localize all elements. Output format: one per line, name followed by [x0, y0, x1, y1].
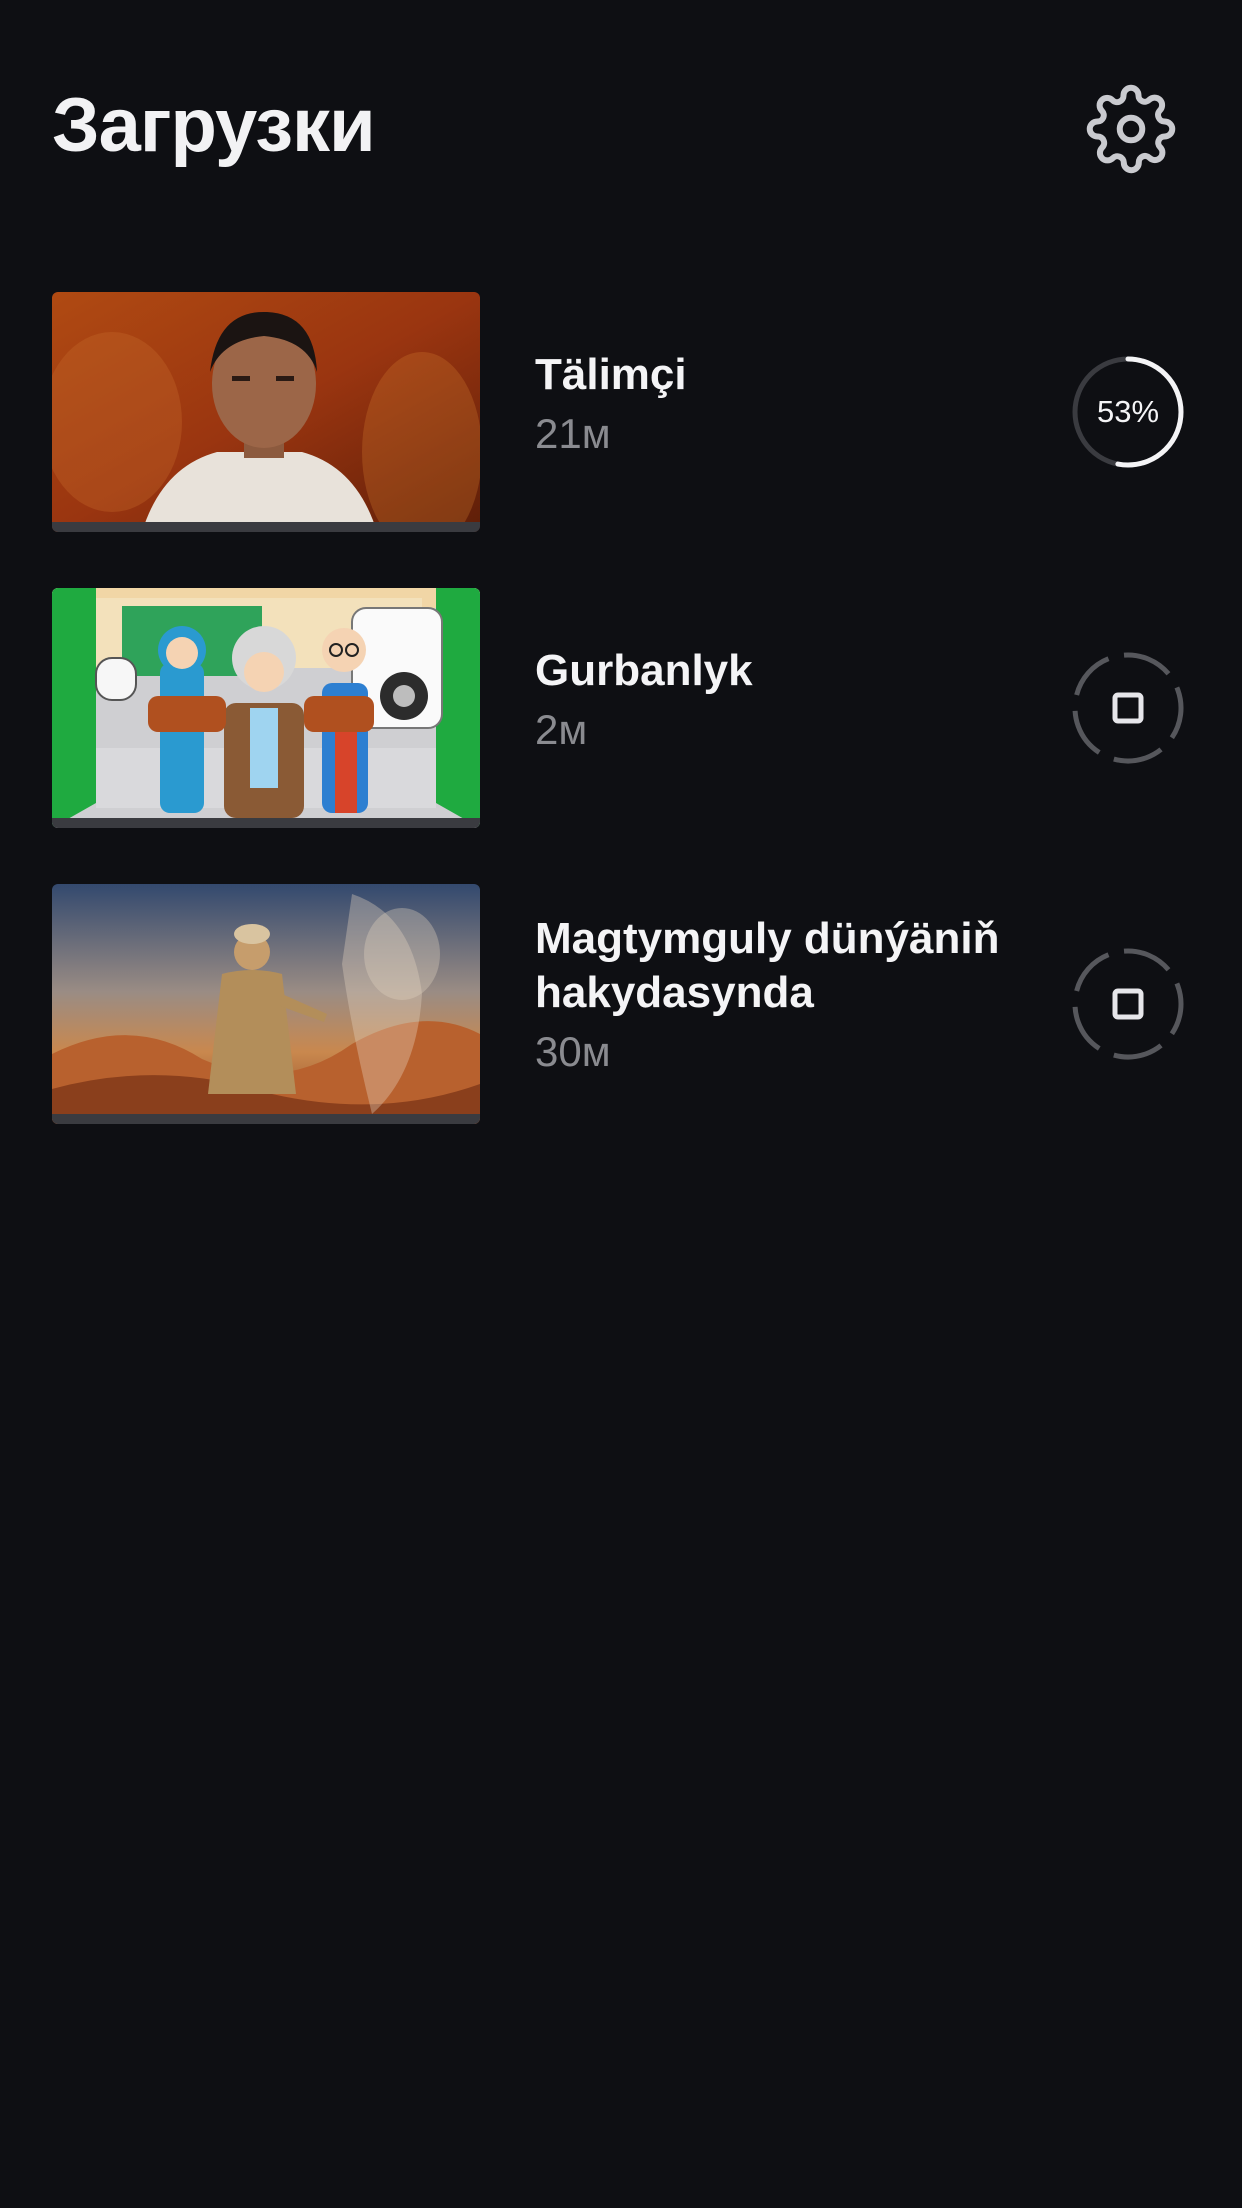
download-progress-button[interactable]: 53% — [1070, 354, 1186, 470]
item-title: Gurbanlyk — [535, 646, 753, 695]
video-thumbnail[interactable] — [52, 292, 480, 532]
item-duration: 21м — [535, 410, 611, 457]
thumbnail-progress-track — [52, 522, 480, 532]
item-duration: 30м — [535, 1028, 611, 1075]
thumbnail-progress-track — [52, 1114, 480, 1124]
page-title: Загрузки — [52, 83, 376, 168]
stop-icon — [1112, 988, 1144, 1020]
item-info[interactable]: Tälimçi 21м — [535, 348, 1035, 462]
thumbnail-image — [52, 884, 480, 1124]
download-item: Gurbanlyk 2м — [0, 588, 1242, 828]
thumbnail-image — [52, 588, 480, 828]
settings-button[interactable] — [1086, 84, 1176, 174]
item-duration: 2м — [535, 706, 588, 753]
queued-ring — [1072, 948, 1184, 1060]
download-item: Tälimçi 21м 53% — [0, 292, 1242, 532]
gear-icon — [1086, 84, 1176, 174]
thumbnail-image — [52, 292, 480, 532]
stop-download-button[interactable] — [1070, 650, 1186, 766]
progress-percent: 53% — [1096, 394, 1160, 429]
stop-download-button[interactable] — [1070, 946, 1186, 1062]
video-thumbnail[interactable] — [52, 884, 480, 1124]
item-title: Tälimçi — [535, 350, 687, 399]
item-info[interactable]: Magtymguly dünýäniň hakydasynda 30м — [535, 912, 1035, 1080]
item-info[interactable]: Gurbanlyk 2м — [535, 644, 1035, 758]
video-thumbnail[interactable] — [52, 588, 480, 828]
item-title: Magtymguly dünýäniň hakydasynda — [535, 914, 1000, 1017]
thumbnail-progress-track — [52, 818, 480, 828]
stop-icon — [1112, 692, 1144, 724]
queued-ring — [1072, 652, 1184, 764]
header: Загрузки — [0, 0, 1242, 200]
download-item: Magtymguly dünýäniň hakydasynda 30м — [0, 884, 1242, 1124]
